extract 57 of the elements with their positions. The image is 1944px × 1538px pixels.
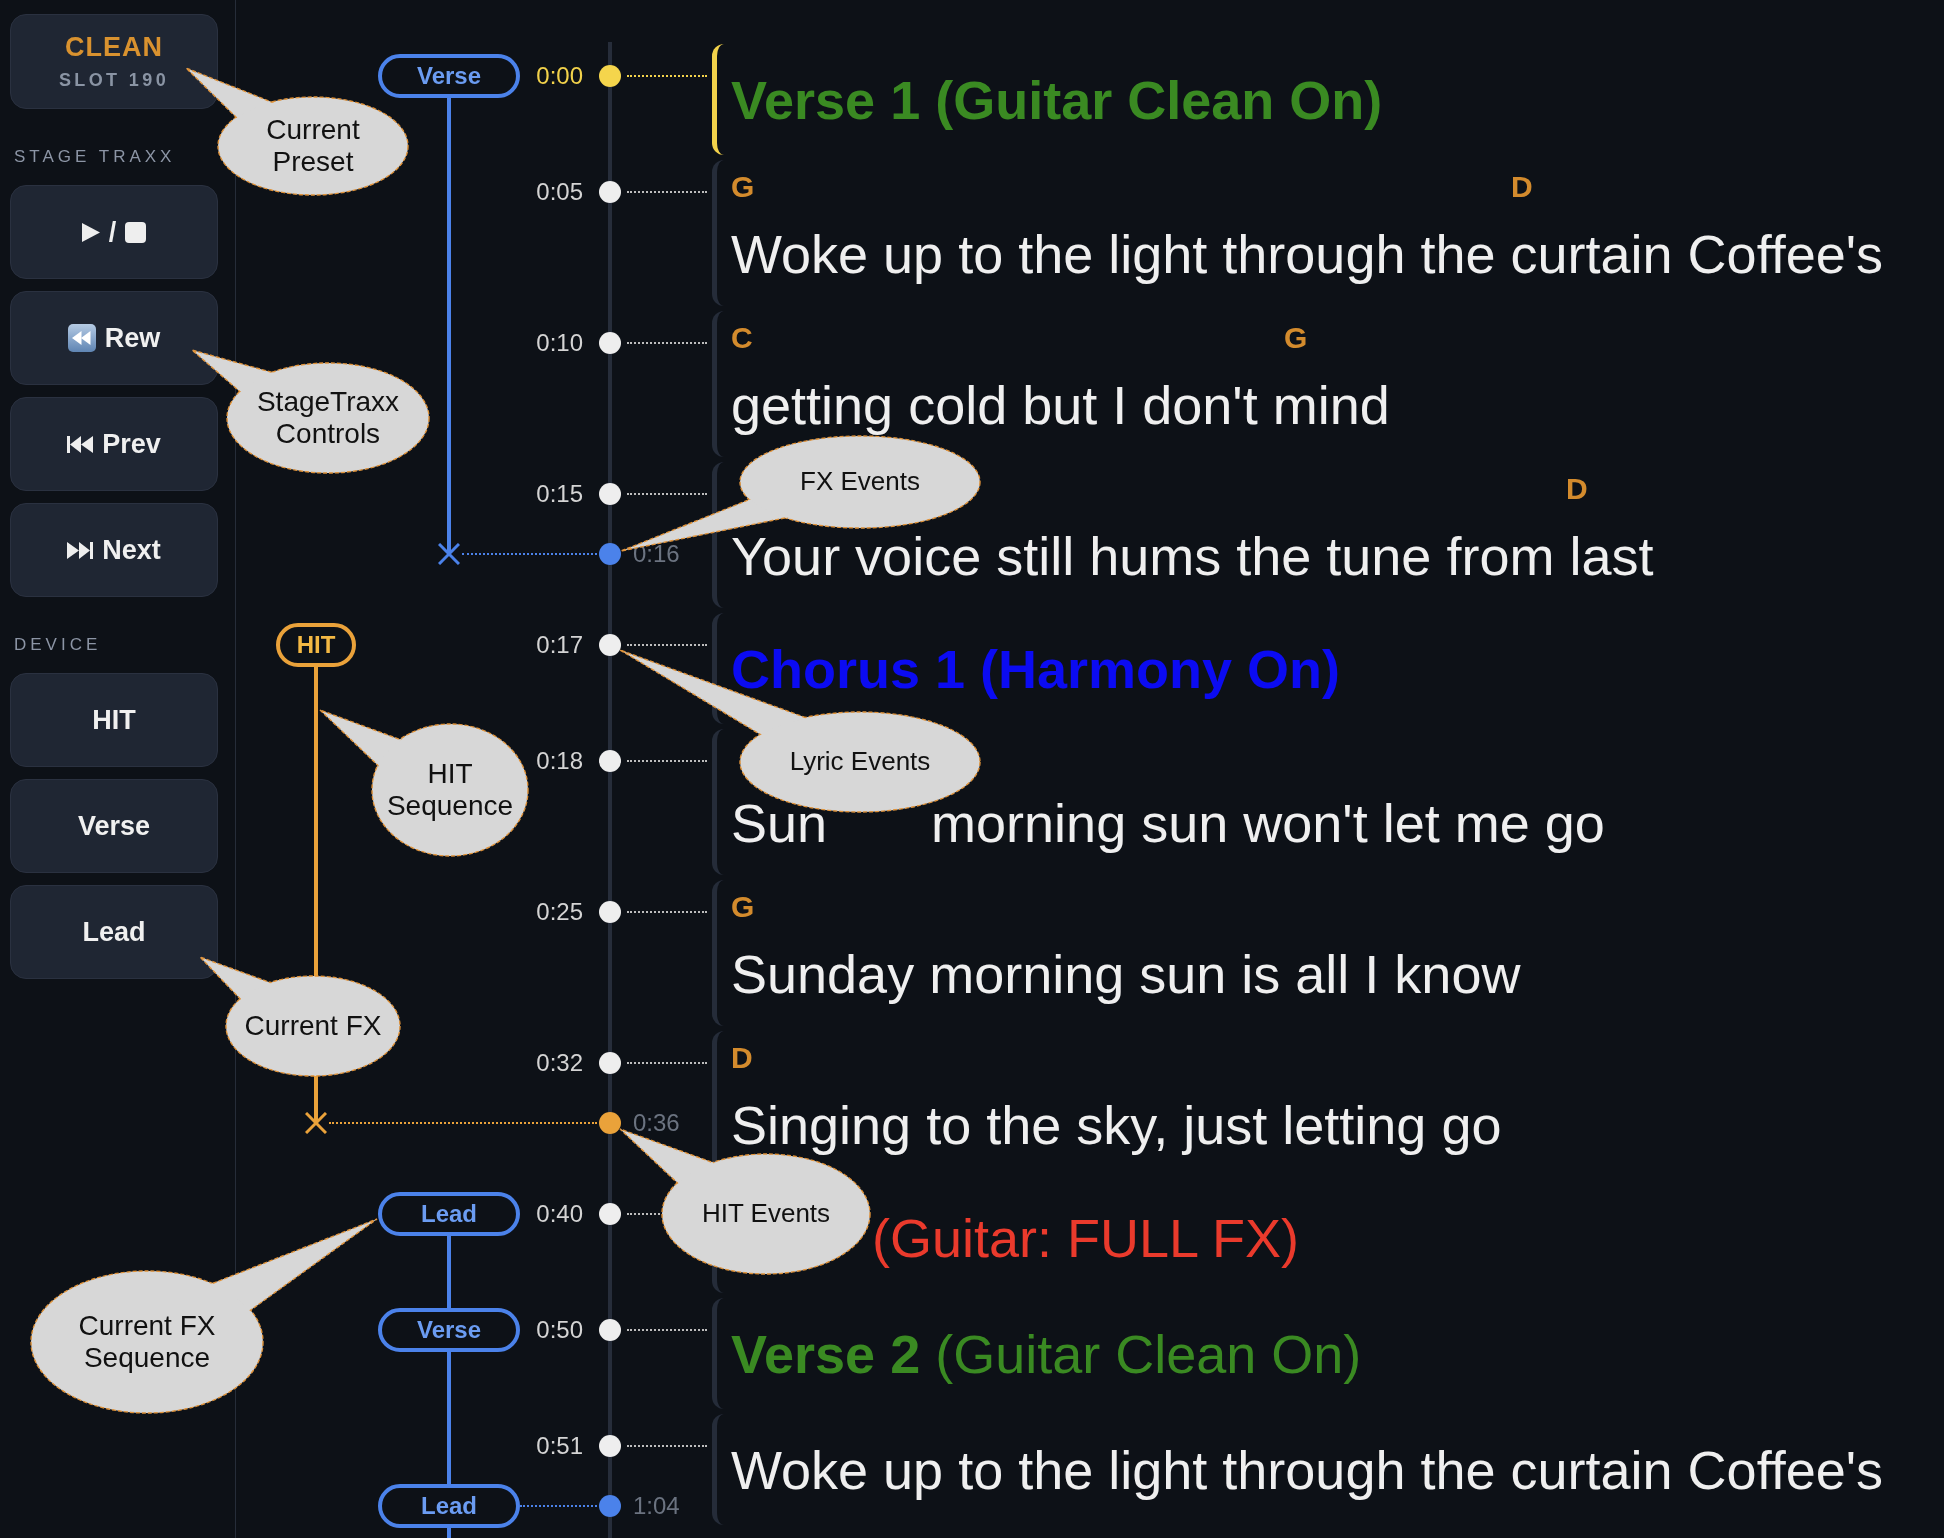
callout-bubble: Current FX Sequence [29,1217,379,1415]
stop-icon [125,221,147,243]
time-label: 0:00 [536,62,583,90]
sequence-tag: Lead [378,1192,520,1236]
preset-button[interactable]: CLEAN SLOT 190 [10,14,218,109]
rewind-icon [67,324,96,352]
skip-back-icon [67,435,94,453]
time-label: 1:04 [633,1492,680,1520]
lyric-line: getting cold but I don't mind [731,373,1390,437]
time-label: 0:50 [536,1316,583,1344]
event-dot-icon [599,1112,621,1134]
sequence-tag: Verse [378,1308,520,1352]
cross-icon [438,543,460,565]
rewind-button[interactable]: Rew [10,291,218,385]
device-button[interactable]: Lead [10,885,218,979]
section-title: DEVICE [14,635,102,655]
lyric-line: morning sun won't let me go [931,791,1605,855]
next-button[interactable]: Next [10,503,218,597]
section-title: STAGE TRAXX [14,147,176,167]
device-button[interactable]: Verse [10,779,218,873]
cross-icon [305,1112,327,1134]
chord-label: G [731,170,755,205]
sequence-tag: Lead [378,1484,520,1528]
time-label: 0:40 [536,1200,583,1228]
event-dot-icon [599,1495,621,1517]
lyric-line: Woke up to the light through the curtain Coffee's [731,222,1884,286]
chord-label: D [1566,472,1588,507]
time-label: 0:17 [536,631,583,659]
time-label: 0:51 [536,1432,583,1460]
time-label: 0:32 [536,1049,583,1077]
time-label: 0:05 [536,178,583,206]
device-button[interactable]: HIT [10,673,218,767]
chord-label: G [1284,321,1308,356]
time-label: 0:25 [536,898,583,926]
play-stop-button[interactable]: / [10,185,218,279]
time-label: 0:10 [536,329,583,357]
chord-label: C [731,321,753,356]
sequence-tag: Verse [378,54,520,98]
event-dot-icon [599,543,621,565]
lyric-line: Sunday morning sun is all I know [731,942,1521,1006]
skip-forward-icon [67,541,94,559]
section-heading: Verse 1 (Guitar Clean On) [731,68,1383,132]
lyric-line: Singing to the sky, just letting go [731,1093,1502,1157]
lyric-line: Sun [731,791,828,855]
time-label: 0:15 [536,480,583,508]
chord-label: D [1511,170,1533,205]
previous-button[interactable]: Prev [10,397,218,491]
chord-label: G [731,890,755,925]
section-heading: Chorus 1 (Harmony On) [731,637,1341,701]
time-label: 0:18 [536,747,583,775]
section-heading: Verse 2 (Guitar Clean On) [731,1322,1362,1386]
chord-label: D [731,1041,753,1076]
sequence-tag: HIT [276,623,356,667]
play-icon [81,222,100,242]
section-heading: (Guitar: FULL FX) [872,1206,1300,1270]
lyric-line: Woke up to the light through the curtain Coffee's [731,1438,1884,1502]
time-label: 0:36 [633,1109,680,1137]
